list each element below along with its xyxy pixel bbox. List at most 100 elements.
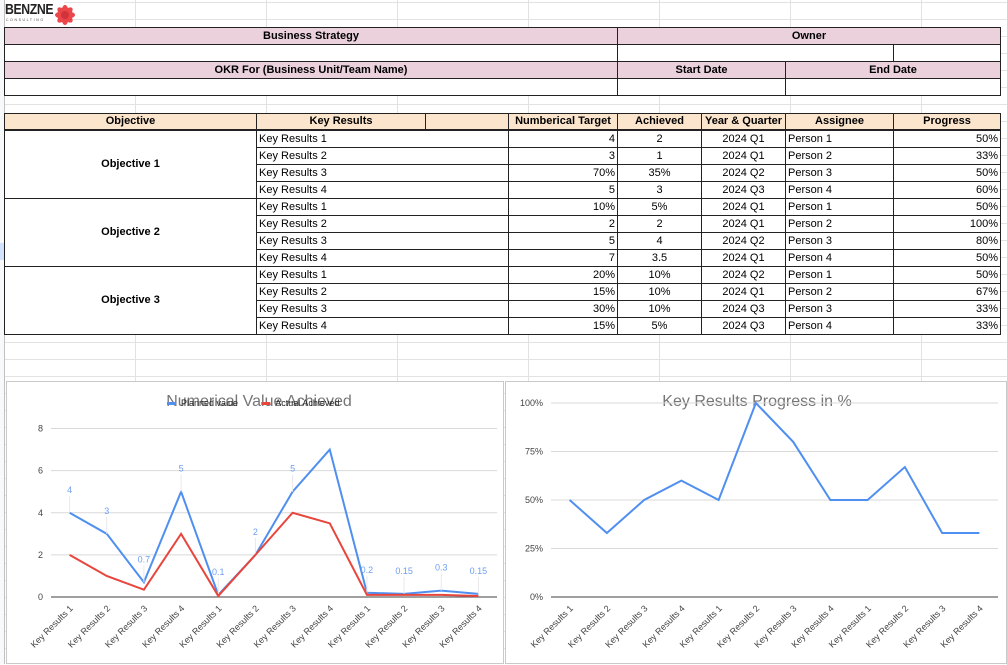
owner-field[interactable] [617,44,894,62]
key-result-cell[interactable]: Key Results 2 [256,283,509,301]
key-result-cell[interactable]: Key Results 1 [256,266,509,284]
numerical-target-cell[interactable]: 3 [508,147,618,165]
okr-for-field[interactable] [4,78,618,96]
y-tick-label: 75% [525,447,543,457]
y-tick-label: 0% [530,592,543,602]
key-result-cell[interactable]: Key Results 4 [256,317,509,335]
progress-cell[interactable]: 33% [893,317,1001,335]
chart-title: Key Results Progress in % [662,393,851,410]
achieved-cell[interactable]: 10% [617,266,702,284]
achieved-cell[interactable]: 5% [617,317,702,335]
key-result-cell[interactable]: Key Results 4 [256,181,509,199]
numerical-target-cell[interactable]: 5 [508,232,618,250]
company-logo: BENZNE CONSULTING [5,2,64,24]
logo-wordmark: BENZNE [5,2,53,17]
numerical-target-cell[interactable]: 10% [508,198,618,216]
data-label: 5 [179,464,184,474]
progress-cell[interactable]: 50% [893,130,1001,148]
achieved-cell[interactable]: 10% [617,283,702,301]
progress-cell[interactable]: 33% [893,300,1001,318]
assignee-cell[interactable]: Person 1 [785,130,894,148]
year-quarter-cell[interactable]: 2024 Q1 [701,215,786,233]
key-result-cell[interactable]: Key Results 3 [256,232,509,250]
key-result-cell[interactable]: Key Results 2 [256,147,509,165]
assignee-cell[interactable]: Person 1 [785,266,894,284]
series-line-progress [570,403,980,533]
year-quarter-cell[interactable]: 2024 Q1 [701,249,786,267]
business-strategy-field[interactable] [4,44,618,62]
progress-cell[interactable]: 60% [893,181,1001,199]
data-label: 0.2 [361,565,374,575]
objective-cell[interactable]: Objective 2 [4,198,257,267]
achieved-cell[interactable]: 3.5 [617,249,702,267]
column-header-key-results: Key Results [256,113,426,130]
progress-cell[interactable]: 50% [893,198,1001,216]
key-result-cell[interactable]: Key Results 3 [256,300,509,318]
achieved-cell[interactable]: 2 [617,130,702,148]
progress-cell[interactable]: 67% [893,283,1001,301]
numerical-target-cell[interactable]: 70% [508,164,618,182]
start-date-field[interactable] [617,78,786,96]
progress-cell[interactable]: 100% [893,215,1001,233]
assignee-cell[interactable]: Person 3 [785,232,894,250]
assignee-cell[interactable]: Person 1 [785,198,894,216]
objective-cell[interactable]: Objective 3 [4,266,257,335]
year-quarter-cell[interactable]: 2024 Q1 [701,147,786,165]
objective-cell[interactable]: Objective 1 [4,130,257,199]
key-result-cell[interactable]: Key Results 3 [256,164,509,182]
column-header-achieved: Achieved [617,113,702,130]
achieved-cell[interactable]: 3 [617,181,702,199]
achieved-cell[interactable]: 35% [617,164,702,182]
year-quarter-cell[interactable]: 2024 Q2 [701,232,786,250]
progress-cell[interactable]: 50% [893,164,1001,182]
achieved-cell[interactable]: 5% [617,198,702,216]
achieved-cell[interactable]: 1 [617,147,702,165]
assignee-cell[interactable]: Person 4 [785,181,894,199]
numerical-target-cell[interactable]: 30% [508,300,618,318]
assignee-cell[interactable]: Person 2 [785,147,894,165]
assignee-cell[interactable]: Person 2 [785,215,894,233]
numerical-target-cell[interactable]: 15% [508,283,618,301]
key-result-cell[interactable]: Key Results 4 [256,249,509,267]
numerical-value-chart[interactable]: Numerical Value Achieved02468Key Results… [6,381,504,664]
owner-header: Owner [617,27,1001,45]
year-quarter-cell[interactable]: 2024 Q2 [701,164,786,182]
progress-cell[interactable]: 33% [893,147,1001,165]
achieved-cell[interactable]: 10% [617,300,702,318]
data-label: 0.7 [138,554,151,564]
numerical-target-cell[interactable]: 4 [508,130,618,148]
key-result-cell[interactable]: Key Results 1 [256,130,509,148]
progress-cell[interactable]: 50% [893,249,1001,267]
year-quarter-cell[interactable]: 2024 Q3 [701,317,786,335]
numerical-target-cell[interactable]: 15% [508,317,618,335]
numerical-target-cell[interactable]: 5 [508,181,618,199]
assignee-cell[interactable]: Person 4 [785,317,894,335]
data-label: 5 [290,464,295,474]
numerical-target-cell[interactable]: 2 [508,215,618,233]
data-label: 0.1 [212,567,225,577]
progress-cell[interactable]: 80% [893,232,1001,250]
achieved-cell[interactable]: 4 [617,232,702,250]
progress-cell[interactable]: 50% [893,266,1001,284]
progress-chart-svg: Key Results Progress in %0%25%50%75%100%… [506,382,1007,665]
assignee-cell[interactable]: Person 3 [785,300,894,318]
year-quarter-cell[interactable]: 2024 Q1 [701,283,786,301]
year-quarter-cell[interactable]: 2024 Q1 [701,130,786,148]
key-result-cell[interactable]: Key Results 2 [256,215,509,233]
numerical-target-cell[interactable]: 20% [508,266,618,284]
assignee-cell[interactable]: Person 2 [785,283,894,301]
year-quarter-cell[interactable]: 2024 Q3 [701,300,786,318]
end-date-field[interactable] [785,78,1001,96]
progress-chart[interactable]: Key Results Progress in %0%25%50%75%100%… [505,381,1007,664]
year-quarter-cell[interactable]: 2024 Q1 [701,198,786,216]
assignee-cell[interactable]: Person 4 [785,249,894,267]
year-quarter-cell[interactable]: 2024 Q2 [701,266,786,284]
logo-tagline: CONSULTING [6,18,45,22]
numerical-target-cell[interactable]: 7 [508,249,618,267]
achieved-cell[interactable]: 2 [617,215,702,233]
owner-extra-field[interactable] [893,44,1001,62]
year-quarter-cell[interactable]: 2024 Q3 [701,181,786,199]
key-result-cell[interactable]: Key Results 1 [256,198,509,216]
legend-label: Actual Achieved [275,398,339,408]
assignee-cell[interactable]: Person 3 [785,164,894,182]
